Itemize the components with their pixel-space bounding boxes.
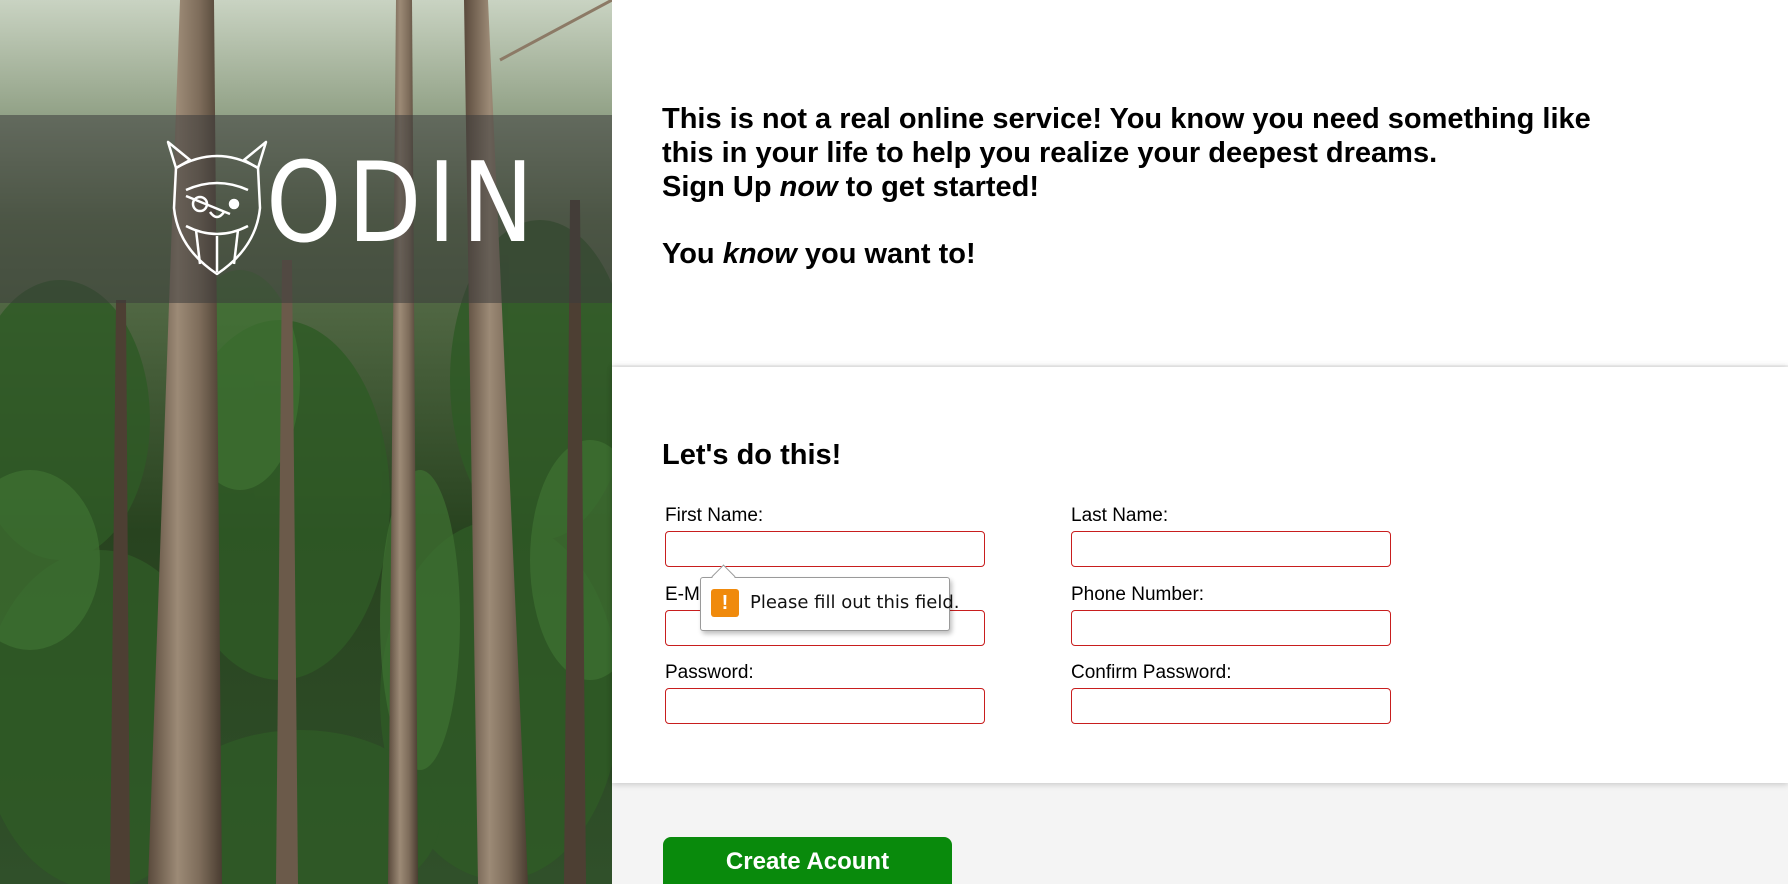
hero-line-3-em: know xyxy=(722,238,797,270)
password-group: Password: xyxy=(665,662,985,724)
hero-line-3-pre: You xyxy=(662,238,723,270)
first-name-label: First Name: xyxy=(665,505,764,526)
form-title: Let's do this! xyxy=(662,439,842,471)
last-name-label: Last Name: xyxy=(1071,505,1169,526)
last-name-input[interactable] xyxy=(1071,531,1391,567)
hero-line-2-em: now xyxy=(779,171,838,203)
password-label: Password: xyxy=(665,662,754,683)
hero-section: This is not a real online service! You k… xyxy=(612,0,1788,365)
first-name-input[interactable] xyxy=(665,531,985,567)
forest-background: ODIN xyxy=(0,0,612,884)
phone-input[interactable] xyxy=(1071,610,1391,646)
confirm-password-input[interactable] xyxy=(1071,688,1391,724)
password-input[interactable] xyxy=(665,688,985,724)
validation-tooltip: ! Please fill out this field. xyxy=(700,564,960,631)
confirm-password-group: Confirm Password: xyxy=(1071,662,1391,724)
exclamation-warning-icon: ! xyxy=(711,589,739,617)
hero-line-2-post: to get started! xyxy=(837,171,1040,203)
last-name-group: Last Name: xyxy=(1071,505,1391,567)
first-name-group: First Name: xyxy=(665,505,985,567)
validation-message: Please fill out this field. xyxy=(750,592,960,613)
hero-subline: You know you want to! xyxy=(662,237,976,271)
create-account-button[interactable]: Create Acount xyxy=(663,837,952,884)
phone-group: Phone Number: xyxy=(1071,584,1391,646)
hero-tagline: This is not a real online service! You k… xyxy=(662,102,1622,204)
phone-label: Phone Number: xyxy=(1071,584,1205,605)
signup-form: Let's do this! First Name: Last Name: E-… xyxy=(612,367,1788,783)
create-account-label: Create Acount xyxy=(725,848,890,875)
logo-text: ODIN xyxy=(266,138,540,268)
hero-line-1: This is not a real online service! You k… xyxy=(662,103,1591,169)
signup-page: ODIN This is not a real online service! … xyxy=(0,0,1788,884)
hero-line-3-post: you want to! xyxy=(796,238,976,270)
hero-line-2-pre: Sign Up xyxy=(662,171,780,203)
confirm-password-label: Confirm Password: xyxy=(1071,662,1232,683)
